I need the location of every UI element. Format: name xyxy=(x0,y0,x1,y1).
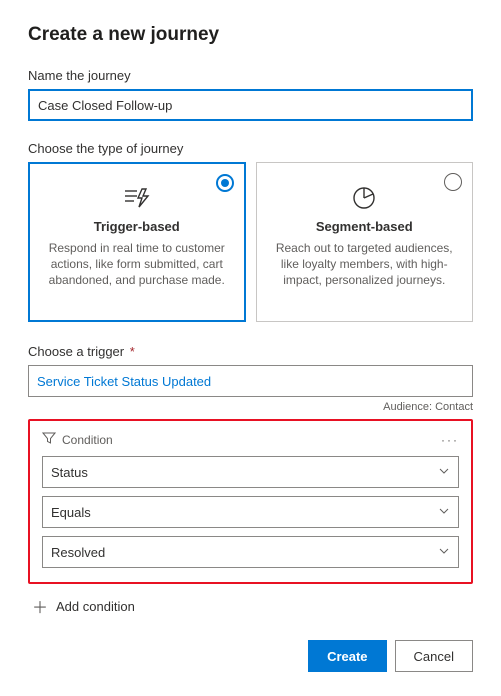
type-label: Choose the type of journey xyxy=(28,141,473,156)
trigger-select[interactable]: Service Ticket Status Updated xyxy=(28,365,473,397)
add-condition-button[interactable]: ＋ Add condition xyxy=(32,594,473,618)
radio-selected-icon xyxy=(216,174,234,192)
condition-block: Condition ··· Status Equals Resolved xyxy=(28,419,473,584)
chevron-down-icon xyxy=(438,545,450,560)
condition-value-select[interactable]: Resolved xyxy=(42,536,459,568)
cancel-button[interactable]: Cancel xyxy=(395,640,473,672)
chevron-down-icon xyxy=(438,465,450,480)
radio-unselected-icon xyxy=(444,173,462,191)
condition-attribute-select[interactable]: Status xyxy=(42,456,459,488)
condition-operator-select[interactable]: Equals xyxy=(42,496,459,528)
page-title: Create a new journey xyxy=(28,24,473,46)
journey-type-trigger[interactable]: Trigger-based Respond in real time to cu… xyxy=(28,162,246,322)
card-title-segment: Segment-based xyxy=(271,219,459,234)
create-button[interactable]: Create xyxy=(308,640,386,672)
condition-more-icon[interactable]: ··· xyxy=(441,433,459,447)
required-mark: * xyxy=(130,344,135,359)
condition-header-label: Condition xyxy=(62,433,113,447)
trigger-label: Choose a trigger * xyxy=(28,344,473,359)
lightning-icon xyxy=(121,185,153,211)
filter-icon xyxy=(42,431,56,448)
pie-chart-icon xyxy=(348,185,380,211)
audience-label: Audience: Contact xyxy=(28,401,473,413)
journey-type-segment[interactable]: Segment-based Reach out to targeted audi… xyxy=(256,162,474,322)
chevron-down-icon xyxy=(438,505,450,520)
plus-icon: ＋ xyxy=(32,594,48,618)
card-desc-trigger: Respond in real time to customer actions… xyxy=(43,240,231,289)
name-label: Name the journey xyxy=(28,68,473,83)
card-title-trigger: Trigger-based xyxy=(43,219,231,234)
card-desc-segment: Reach out to targeted audiences, like lo… xyxy=(271,240,459,289)
journey-name-input[interactable] xyxy=(28,89,473,121)
